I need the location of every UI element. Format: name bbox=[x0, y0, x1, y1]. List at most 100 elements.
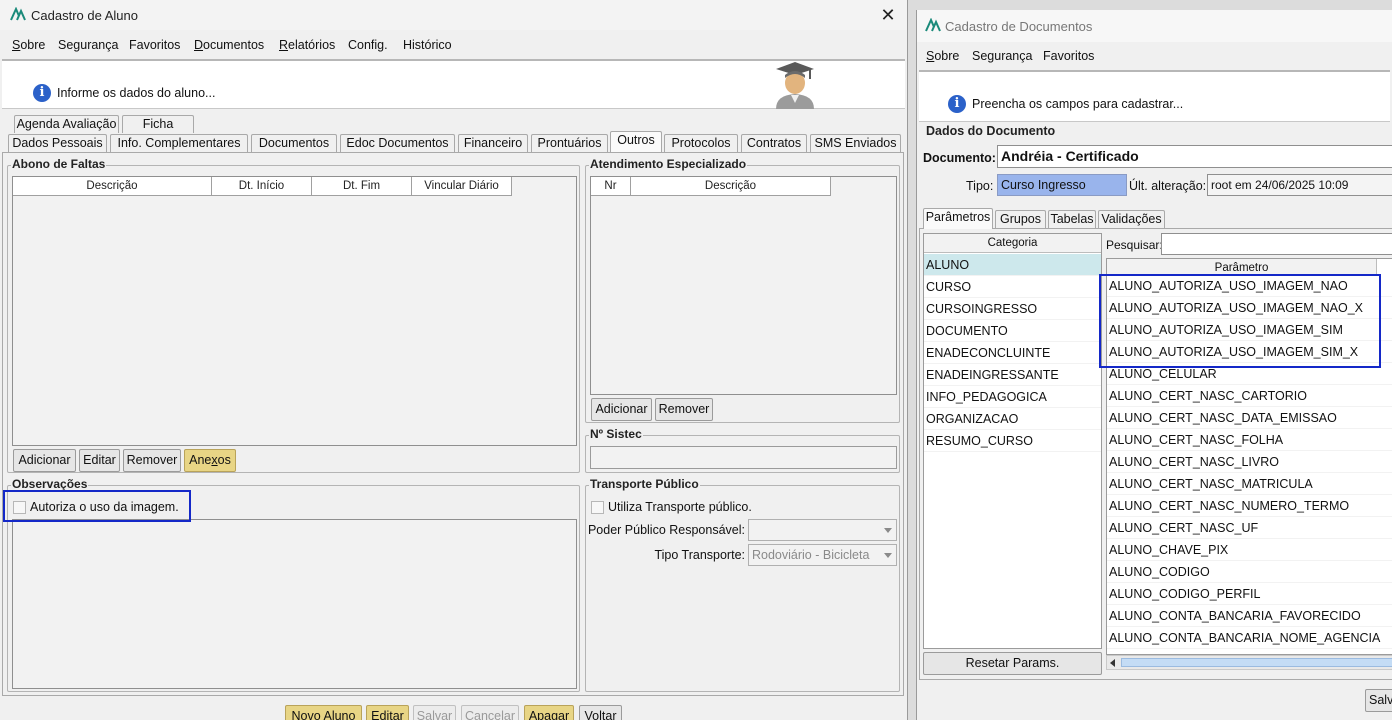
transporte-checkbox[interactable] bbox=[591, 501, 604, 514]
menu-historico[interactable]: Histórico bbox=[403, 38, 452, 52]
abono-faltas-title: Abono de Faltas bbox=[11, 157, 107, 171]
tab-sms-enviados[interactable]: SMS Enviados bbox=[810, 134, 901, 152]
menu-documentos[interactable]: Documentos bbox=[194, 38, 264, 52]
scrollbar-thumb[interactable] bbox=[1121, 658, 1392, 667]
menu-relatorios[interactable]: Relatórios bbox=[279, 38, 335, 52]
col-dt-fim[interactable]: Dt. Fim bbox=[312, 177, 412, 196]
info-icon: i bbox=[948, 95, 966, 113]
title-bar: Cadastro de Aluno ✕ bbox=[0, 0, 907, 30]
cadastro-documentos-window: Cadastro de Documentos Sobre Segurança F… bbox=[916, 10, 1392, 720]
ult-alteracao-label: Últ. alteração: bbox=[1129, 179, 1207, 193]
atendimento-remove-button[interactable]: Remover bbox=[655, 398, 713, 421]
info-banner: i Informe os dados do aluno... bbox=[2, 59, 905, 109]
parametro-item[interactable]: ALUNO_CERT_NASC_FOLHA bbox=[1107, 429, 1392, 451]
categoria-item[interactable]: ENADEINGRESSANTE bbox=[924, 364, 1101, 386]
menu-favoritos[interactable]: Favoritos bbox=[129, 38, 180, 52]
menu-seguranca[interactable]: Segurança bbox=[972, 49, 1032, 63]
abono-faltas-table[interactable]: Descrição Dt. Início Dt. Fim Vincular Di… bbox=[12, 176, 577, 446]
pesquisar-input[interactable] bbox=[1161, 233, 1392, 255]
novo-aluno-button[interactable]: Novo Aluno bbox=[285, 705, 362, 720]
close-icon[interactable]: ✕ bbox=[877, 4, 899, 26]
documento-label: Documento: bbox=[923, 151, 996, 165]
menu-bar: Sobre Segurança Favoritos bbox=[917, 46, 1392, 68]
transporte-group: Transporte Público Utiliza Transporte pú… bbox=[585, 477, 900, 692]
categoria-item[interactable]: CURSOINGRESSO bbox=[924, 298, 1101, 320]
salvar-button[interactable]: Salvar bbox=[413, 705, 456, 720]
tab-financeiro[interactable]: Financeiro bbox=[458, 134, 528, 152]
documento-field[interactable]: Andréia - Certificado bbox=[997, 145, 1392, 168]
categoria-item[interactable]: ORGANIZACAO bbox=[924, 408, 1101, 430]
parametro-item[interactable]: ALUNO_CERT_NASC_NUMERO_TERMO bbox=[1107, 495, 1392, 517]
col-descricao[interactable]: Descrição bbox=[631, 177, 831, 196]
parametro-item[interactable]: ALUNO_CERT_NASC_MATRICULA bbox=[1107, 473, 1392, 495]
title-bar: Cadastro de Documentos bbox=[917, 10, 1392, 42]
parametro-item[interactable]: ALUNO_CODIGO_PERFIL bbox=[1107, 583, 1392, 605]
voltar-button[interactable]: Voltar bbox=[579, 705, 622, 720]
tipo-field[interactable]: Curso Ingresso bbox=[997, 174, 1127, 196]
categoria-item[interactable]: ALUNO bbox=[924, 254, 1101, 276]
col-nr[interactable]: Nr bbox=[591, 177, 631, 196]
abono-remove-button[interactable]: Remover bbox=[123, 449, 181, 472]
scroll-left-icon[interactable] bbox=[1110, 659, 1115, 667]
info-banner: i Preencha os campos para cadastrar... bbox=[919, 70, 1390, 122]
parametro-item[interactable]: ALUNO_CONTA_BANCARIA_FAVORECIDO bbox=[1107, 605, 1392, 627]
menu-seguranca[interactable]: Segurança bbox=[58, 38, 118, 52]
sistec-field[interactable] bbox=[590, 446, 897, 469]
parametro-item[interactable]: ALUNO_CERT_NASC_CARTORIO bbox=[1107, 385, 1392, 407]
abono-edit-button[interactable]: Editar bbox=[79, 449, 120, 472]
menu-sobre[interactable]: Sobre bbox=[926, 49, 959, 63]
parametro-item[interactable]: ALUNO_CERT_NASC_LIVRO bbox=[1107, 451, 1392, 473]
tab-prontuarios[interactable]: Prontuários bbox=[531, 134, 608, 152]
tab-info-complementares[interactable]: Info. Complementares bbox=[110, 134, 248, 152]
categoria-item[interactable]: DOCUMENTO bbox=[924, 320, 1101, 342]
categoria-header[interactable]: Categoria bbox=[924, 234, 1101, 253]
observacoes-textarea[interactable] bbox=[12, 519, 577, 689]
atendimento-title: Atendimento Especializado bbox=[589, 157, 748, 171]
info-icon: i bbox=[33, 84, 51, 102]
col-vincular-diario[interactable]: Vincular Diário bbox=[412, 177, 512, 196]
horizontal-scrollbar[interactable] bbox=[1106, 655, 1392, 670]
menu-favoritos[interactable]: Favoritos bbox=[1043, 49, 1094, 63]
abono-add-button[interactable]: Adicionar bbox=[13, 449, 76, 472]
transporte-title: Transporte Público bbox=[589, 477, 700, 491]
parametro-header[interactable]: Parâmetro bbox=[1107, 259, 1377, 275]
categoria-list[interactable]: Categoria ALUNO CURSO CURSOINGRESSO DOCUMEN… bbox=[923, 233, 1102, 649]
menu-config[interactable]: Config. bbox=[348, 38, 388, 52]
menu-sobre[interactable]: Sobre bbox=[12, 38, 45, 52]
tab-parametros[interactable]: Parâmetros bbox=[923, 208, 993, 229]
sistec-group: Nº Sistec bbox=[585, 427, 900, 473]
tipo-transporte-select[interactable]: Rodoviário - Bicicleta bbox=[748, 544, 897, 566]
tab-grupos[interactable]: Grupos bbox=[995, 210, 1046, 228]
parametro-item[interactable]: ALUNO_CODIGO bbox=[1107, 561, 1392, 583]
tab-documentos[interactable]: Documentos bbox=[251, 134, 337, 152]
tab-dados-pessoais[interactable]: Dados Pessoais bbox=[8, 134, 107, 152]
tab-outros[interactable]: Outros bbox=[610, 131, 662, 152]
tab-edoc-documentos[interactable]: Edoc Documentos bbox=[340, 134, 455, 152]
atendimento-add-button[interactable]: Adicionar bbox=[591, 398, 652, 421]
col-descricao[interactable]: Descrição bbox=[13, 177, 212, 196]
save-button[interactable]: Salva bbox=[1365, 689, 1392, 712]
apagar-button[interactable]: Apagar bbox=[524, 705, 574, 720]
parametro-item[interactable]: ALUNO_CHAVE_PIX bbox=[1107, 539, 1392, 561]
tab-contratos[interactable]: Contratos bbox=[741, 134, 807, 152]
parametro-item[interactable]: ALUNO_CERT_NASC_UF bbox=[1107, 517, 1392, 539]
categoria-item[interactable]: CURSO bbox=[924, 276, 1101, 298]
col-dt-inicio[interactable]: Dt. Início bbox=[212, 177, 312, 196]
resetar-params-button[interactable]: Resetar Params. bbox=[923, 652, 1102, 675]
tab-ficha-saude[interactable]: Ficha Saúde bbox=[122, 115, 194, 148]
categoria-item[interactable]: RESUMO_CURSO bbox=[924, 430, 1101, 452]
cancelar-button[interactable]: Cancelar bbox=[461, 705, 519, 720]
poder-publico-select[interactable] bbox=[748, 519, 897, 541]
tab-protocolos[interactable]: Protocolos bbox=[664, 134, 738, 152]
parametro-item[interactable]: ALUNO_CONTA_BANCARIA_NOME_AGENCIA bbox=[1107, 627, 1392, 649]
categoria-item[interactable]: ENADECONCLUINTE bbox=[924, 342, 1101, 364]
tab-agenda-avaliacao[interactable]: Agenda Avaliação bbox=[14, 115, 119, 133]
abono-attachments-button[interactable]: Anexos bbox=[184, 449, 236, 472]
categoria-item[interactable]: INFO_PEDAGOGICA bbox=[924, 386, 1101, 408]
tab-tabelas[interactable]: Tabelas bbox=[1048, 210, 1096, 228]
atendimento-table[interactable]: Nr Descrição bbox=[590, 176, 897, 395]
tab-validacoes[interactable]: Validações bbox=[1098, 210, 1165, 228]
info-text: Preencha os campos para cadastrar... bbox=[972, 97, 1184, 111]
editar-button[interactable]: Editar bbox=[366, 705, 409, 720]
parametro-item[interactable]: ALUNO_CERT_NASC_DATA_EMISSAO bbox=[1107, 407, 1392, 429]
